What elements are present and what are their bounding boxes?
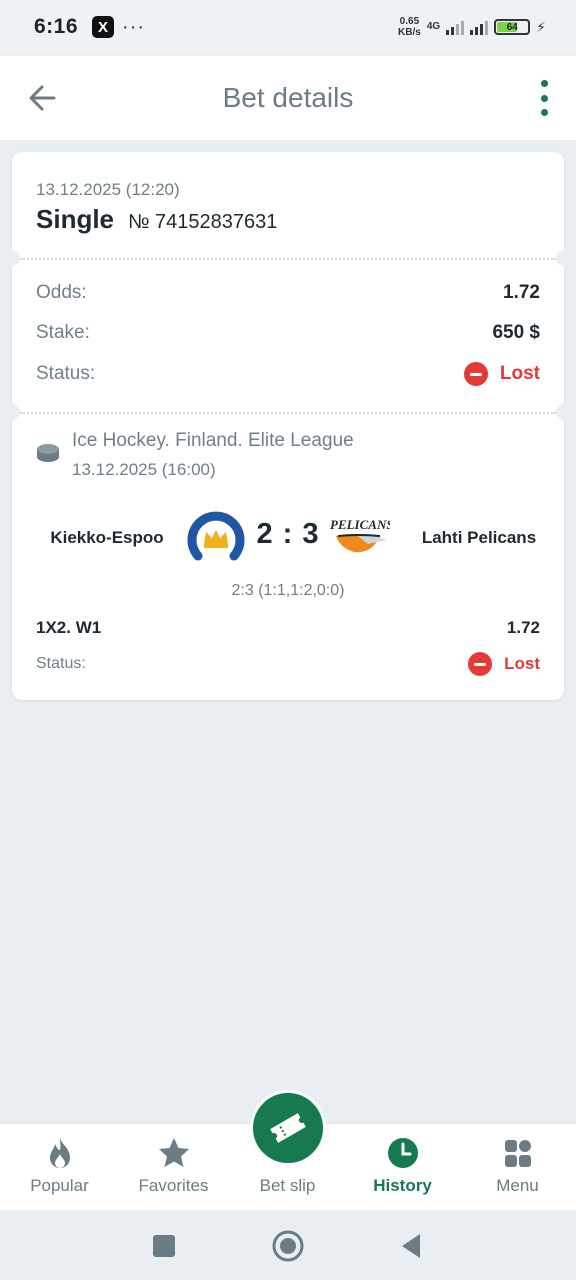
period-score: 2:3 (1:1,1:2,0:0) [231, 582, 345, 599]
page-title: Bet details [222, 82, 354, 113]
event-date: 13.12.2025 (16:00) [72, 460, 216, 479]
network-speed-unit: KB/s [398, 27, 421, 38]
bet-type-row: Single № 74152837631 [36, 204, 277, 235]
vertical-dots-icon [540, 80, 548, 87]
nav-popular[interactable]: Popular [2, 1124, 117, 1210]
stake-label: Stake: [36, 322, 90, 343]
kiekko-espoo-logo [187, 511, 245, 561]
signal-icon [446, 19, 465, 35]
charging-icon: ⚡ [536, 18, 546, 35]
event-status-value: Lost [504, 654, 540, 673]
status-time: 6:16 [34, 15, 79, 38]
battery-level: 64 [506, 21, 518, 33]
odds-row: Odds: 1.72 [36, 282, 540, 304]
card-notch-left [4, 404, 20, 420]
bet-details-card: 13.12.2025 (12:20) Single № 74152837631 … [4, 152, 572, 700]
pelicans-logo-text: PELICANS [330, 517, 390, 532]
market-odds: 1.72 [506, 618, 540, 637]
network-speed: 0.65 KB/s [398, 16, 421, 38]
card-notch-right [556, 250, 572, 266]
system-navigation-bar [0, 1210, 576, 1280]
divider [20, 412, 556, 414]
market-row: 1X2. W1 1.72 [36, 618, 540, 638]
match-score: 2 : 3 [256, 518, 320, 550]
network-speed-value: 0.65 [399, 16, 420, 27]
hockey-puck-icon [37, 444, 59, 462]
bet-date: 13.12.2025 (12:20) [36, 180, 180, 199]
card-notch-left [4, 250, 20, 266]
nav-favorites[interactable]: Favorites [116, 1124, 231, 1210]
back-button[interactable] [24, 78, 64, 118]
back-nav-icon[interactable] [394, 1228, 430, 1264]
stake-value: 650 $ [492, 322, 540, 343]
stake-row: Stake: 650 $ [36, 322, 540, 344]
network-type: 4G [426, 21, 441, 32]
more-notifications-icon: ··· [122, 15, 146, 38]
nav-history-label: History [373, 1176, 432, 1195]
league-name: Ice Hockey. Finland. Elite League [72, 430, 354, 451]
market-name: 1X2. W1 [36, 618, 102, 637]
recent-apps-icon[interactable] [146, 1228, 182, 1264]
lahti-pelicans-logo: PELICANS [330, 517, 390, 553]
clock-icon [387, 1138, 418, 1168]
arrow-left-icon [29, 85, 56, 111]
nav-popular-label: Popular [30, 1176, 89, 1195]
grid-icon [504, 1140, 531, 1167]
bet-slip-button[interactable] [250, 1090, 326, 1166]
nav-menu[interactable]: Menu [460, 1124, 575, 1210]
battery-icon: 64 [494, 19, 531, 35]
ticket-icon [270, 1113, 306, 1143]
home-icon[interactable] [270, 1228, 306, 1264]
event-status-row: Status: Lost [36, 652, 540, 676]
event-status-label: Status: [36, 655, 86, 672]
nav-menu-label: Menu [496, 1176, 539, 1195]
nav-history[interactable]: History [345, 1124, 460, 1210]
bet-type: Single [36, 204, 115, 234]
odds-value: 1.72 [503, 282, 540, 303]
flame-icon [49, 1138, 70, 1168]
card-notch-right [556, 404, 572, 420]
app-header: Bet details [0, 56, 576, 140]
x-app-icon: X [92, 16, 115, 38]
nav-bet-slip-label: Bet slip [259, 1176, 316, 1195]
away-team-name: Lahti Pelicans [421, 528, 537, 547]
bet-number: № 74152837631 [128, 211, 278, 233]
status-bar: 6:16 X ··· 0.65 KB/s 4G 64 ⚡ [0, 0, 576, 54]
status-value: Lost [499, 363, 540, 384]
nav-favorites-label: Favorites [138, 1176, 209, 1195]
more-options-button[interactable] [538, 80, 550, 116]
status-row: Status: Lost [36, 362, 540, 386]
status-label: Status: [36, 363, 96, 384]
minus-circle-icon [463, 362, 488, 386]
status-indicators: 0.65 KB/s 4G 64 ⚡ [398, 16, 546, 38]
minus-circle-icon [468, 652, 493, 676]
status-badge: Lost [463, 362, 540, 386]
divider [20, 258, 556, 260]
odds-label: Odds: [36, 282, 87, 303]
signal-2-icon [470, 19, 489, 35]
star-icon [158, 1138, 189, 1167]
home-team-name: Kiekko-Espoo [50, 528, 164, 547]
event-status-badge: Lost [468, 652, 540, 676]
